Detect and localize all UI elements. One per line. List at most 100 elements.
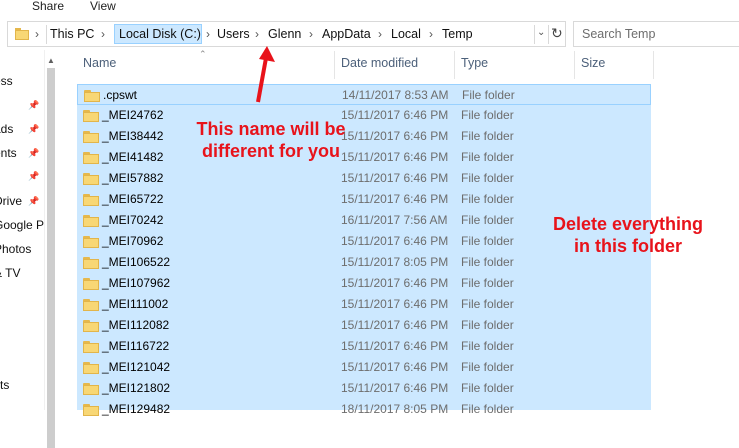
annotation-text: in this folder (574, 236, 682, 256)
table-row[interactable]: .cpswt 14/11/2017 8:53 AM File folder (77, 84, 651, 105)
folder-icon (83, 320, 99, 332)
chevron-right-icon: › (255, 27, 259, 41)
chevron-down-icon[interactable]: ⌄ (537, 27, 545, 38)
file-type: File folder (461, 108, 514, 122)
chevron-right-icon: › (309, 27, 313, 41)
table-row[interactable]: _MEI57882 15/11/2017 6:46 PM File folder (77, 168, 651, 189)
annotation-text: Delete everything (552, 214, 704, 234)
annotation-text: This name will be (196, 119, 346, 139)
file-name: _MEI41482 (102, 150, 164, 164)
file-type: File folder (461, 234, 514, 248)
file-date: 15/11/2017 6:46 PM (341, 381, 449, 395)
nav-item[interactable]: ads (0, 122, 13, 136)
folder-icon (83, 299, 99, 311)
pin-icon: 📌 (28, 171, 40, 181)
pin-icon: 📌 (28, 196, 40, 206)
crumb-temp[interactable]: Temp (442, 27, 473, 41)
nav-item[interactable]: cts (0, 378, 9, 392)
scroll-up-icon[interactable]: ▲ (47, 56, 55, 65)
folder-icon (83, 110, 99, 122)
folder-icon (83, 278, 99, 290)
nav-item[interactable]: n (0, 290, 1, 304)
crumb-this-pc[interactable]: This PC (50, 27, 94, 41)
crumb-local-disk[interactable]: Local Disk (C:) (119, 27, 201, 41)
folder-icon (83, 362, 99, 374)
folder-icon (83, 173, 99, 185)
ribbon: Share View (0, 0, 739, 16)
annotation-delete-note: Delete everything in this folder (538, 213, 718, 257)
table-row[interactable]: _MEI112082 15/11/2017 6:46 PM File folder (77, 315, 651, 336)
column-header-name[interactable]: Name (83, 56, 116, 78)
pin-icon: 📌 (28, 124, 40, 134)
file-type: File folder (461, 318, 514, 332)
file-date: 15/11/2017 6:46 PM (341, 171, 449, 185)
tab-share[interactable]: Share (32, 0, 64, 13)
file-date: 15/11/2017 6:46 PM (341, 234, 449, 248)
crumb-appdata[interactable]: AppData (322, 27, 371, 41)
refresh-icon[interactable]: ↻ (551, 25, 563, 42)
table-row[interactable]: _MEI116722 15/11/2017 6:46 PM File folder (77, 336, 651, 357)
column-header-type[interactable]: Type (461, 56, 488, 78)
folder-icon (83, 383, 99, 395)
nav-item[interactable]: & TV (0, 266, 20, 280)
search-box[interactable]: Search Temp (573, 21, 739, 47)
scrollbar-thumb[interactable] (47, 68, 55, 448)
address-bar[interactable]: › This PC › Local Disk (C:) › Users › Gl… (7, 21, 566, 47)
chevron-right-icon: › (35, 27, 39, 41)
file-type: File folder (461, 192, 514, 206)
folder-icon (83, 215, 99, 227)
file-name: _MEI116722 (102, 339, 170, 353)
table-row[interactable]: _MEI65722 15/11/2017 6:46 PM File folder (77, 189, 651, 210)
file-name: _MEI70962 (102, 234, 164, 248)
file-name: _MEI107962 (102, 276, 171, 290)
column-header-size[interactable]: Size (581, 56, 605, 78)
pin-icon: 📌 (28, 148, 40, 158)
file-name: _MEI65722 (102, 192, 164, 206)
crumb-local[interactable]: Local (391, 27, 421, 41)
file-date: 15/11/2017 6:46 PM (341, 360, 449, 374)
file-name: _MEI57882 (102, 171, 164, 185)
file-name: _MEI121802 (102, 381, 171, 395)
file-date: 15/11/2017 6:46 PM (341, 276, 449, 290)
file-type: File folder (461, 360, 514, 374)
file-type: File folder (461, 297, 514, 311)
chevron-right-icon: › (378, 27, 382, 41)
crumb-users[interactable]: Users (217, 27, 250, 41)
file-name: .cpswt (103, 88, 138, 102)
file-type: File folder (461, 171, 514, 185)
file-type: File folder (461, 150, 514, 164)
nav-scrollbar[interactable]: ▲ (44, 50, 57, 448)
table-row[interactable]: _MEI121042 15/11/2017 6:46 PM File folder (77, 357, 651, 378)
file-date: 15/11/2017 6:46 PM (341, 318, 449, 332)
nav-item[interactable]: Drive (0, 194, 22, 208)
file-name: _MEI111002 (102, 297, 169, 311)
folder-icon (83, 404, 99, 416)
nav-item[interactable]: ents (0, 146, 17, 160)
red-arrow-icon (256, 46, 275, 103)
file-name: _MEI121042 (102, 360, 171, 374)
table-row[interactable]: _MEI121802 15/11/2017 6:46 PM File folder (77, 378, 651, 399)
pin-icon: 📌 (28, 100, 40, 110)
file-type: File folder (462, 88, 515, 102)
folder-icon (83, 236, 99, 248)
address-row: › This PC › Local Disk (C:) › Users › Gl… (0, 21, 739, 49)
file-date: 15/11/2017 8:05 PM (341, 255, 449, 269)
file-type: File folder (461, 129, 514, 143)
search-input[interactable]: Search Temp (582, 27, 655, 41)
crumb-glenn[interactable]: Glenn (268, 27, 301, 41)
column-header-date[interactable]: Date modified (341, 56, 418, 78)
table-row[interactable]: _MEI111002 15/11/2017 6:46 PM File folder (77, 294, 651, 315)
folder-icon (83, 131, 99, 143)
file-name: _MEI106522 (102, 255, 171, 269)
tab-view[interactable]: View (90, 0, 116, 13)
nav-item[interactable]: Photos (0, 242, 31, 256)
nav-item[interactable]: Google P (0, 218, 44, 232)
file-type: File folder (461, 381, 514, 395)
chevron-right-icon: › (101, 27, 105, 41)
file-type: File folder (461, 276, 514, 290)
nav-item[interactable]: ess (0, 74, 13, 88)
file-type: File folder (461, 339, 514, 353)
navigation-pane: ess 📌 ads 📌 ents 📌 📌 Drive 📌 Google P Ph… (0, 54, 44, 410)
table-row[interactable]: _MEI107962 15/11/2017 6:46 PM File folder (77, 273, 651, 294)
file-type: File folder (461, 402, 514, 416)
